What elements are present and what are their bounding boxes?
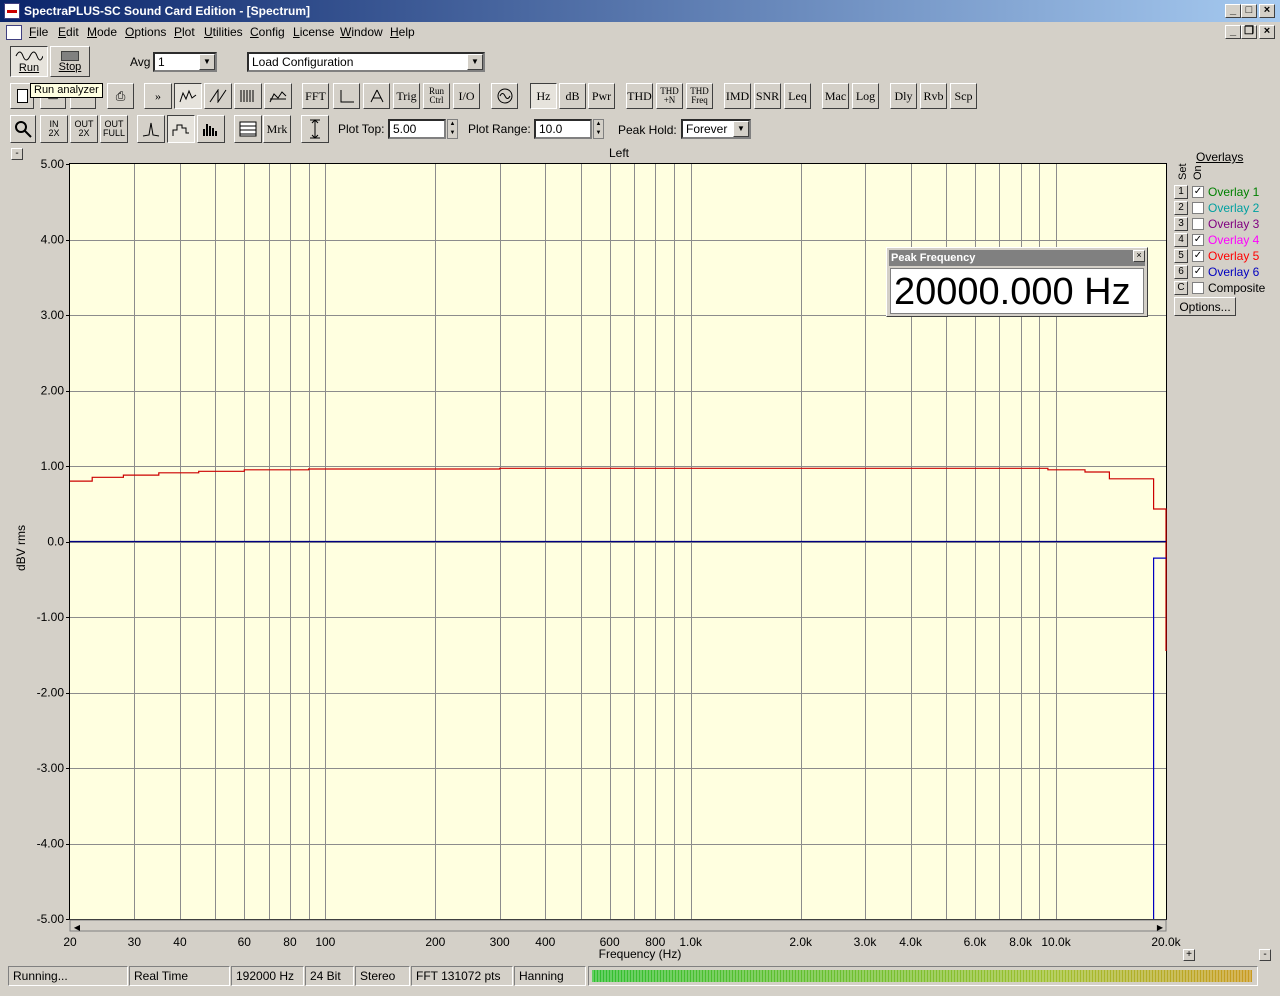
status-state: Running... xyxy=(8,966,128,986)
x-tick-label: 8.0k xyxy=(1009,935,1033,949)
x-tick-label: 100 xyxy=(315,935,335,949)
status-mode: Real Time xyxy=(129,966,230,986)
x-tick-label: 200 xyxy=(425,935,445,949)
spectrum-chart: 5.00 4.00 3.00 2.00 1.00 0.0 -1.00 -2.00 -3.00 -4… xyxy=(14,146,1182,961)
overlay-set-button[interactable]: 1 xyxy=(1174,185,1188,199)
overlay-name[interactable]: Overlay 4 xyxy=(1208,233,1259,247)
y-tick-label: -5.00 xyxy=(37,912,65,926)
x-tick-label: 30 xyxy=(128,935,142,949)
chart-title: Left xyxy=(609,146,630,160)
y-tick-label: 4.00 xyxy=(41,233,65,247)
status-channels: Stereo xyxy=(355,966,410,986)
scroll-left-icon[interactable]: ◀ xyxy=(74,923,81,932)
x-tick-label: 20 xyxy=(63,935,77,949)
x-tick-label: 3.0k xyxy=(854,935,878,949)
peak-frequency-value: 20000.000 Hz xyxy=(890,268,1144,314)
horizontal-scrollbar[interactable] xyxy=(69,919,1167,932)
overlay-checkbox[interactable] xyxy=(1192,202,1204,214)
options-label: Options... xyxy=(1179,299,1231,314)
status-bit-depth: 24 Bit xyxy=(305,966,354,986)
peak-window-title[interactable]: Peak Frequency xyxy=(889,250,1145,266)
x-tick-label: 1.0k xyxy=(679,935,703,949)
overlay-set-button[interactable]: 4 xyxy=(1174,233,1188,247)
x-tick-label: 10.0k xyxy=(1041,935,1071,949)
status-window-function: Hanning xyxy=(514,966,586,986)
level-meter xyxy=(588,966,1258,986)
overlay-checkbox[interactable]: ✓ xyxy=(1192,234,1204,246)
overlay-set-button[interactable]: 5 xyxy=(1174,249,1188,263)
on-column-label: On xyxy=(1192,165,1204,180)
x-tick-label: 40 xyxy=(173,935,187,949)
overlay-set-button[interactable]: 6 xyxy=(1174,265,1188,279)
overlay-name[interactable]: Overlay 3 xyxy=(1208,217,1259,231)
y-tick-label: 2.00 xyxy=(41,384,65,398)
scroll-right-icon[interactable]: ▶ xyxy=(1157,923,1164,932)
y-tick-label: -2.00 xyxy=(37,686,65,700)
x-tick-label: 4.0k xyxy=(899,935,923,949)
status-sample-rate: 192000 Hz xyxy=(231,966,304,986)
overlay-name[interactable]: Overlay 1 xyxy=(1208,185,1259,199)
x-tick-label: 60 xyxy=(238,935,252,949)
y-tick-label: 3.00 xyxy=(41,308,65,322)
overlay-checkbox[interactable]: ✓ xyxy=(1192,186,1204,198)
expand-icon[interactable]: + xyxy=(1183,949,1195,961)
y-tick-label: 5.00 xyxy=(41,157,65,171)
overlay-name[interactable]: Composite xyxy=(1208,281,1265,295)
y-tick-label: -1.00 xyxy=(37,610,65,624)
x-tick-label: 400 xyxy=(535,935,555,949)
overlay-checkbox[interactable] xyxy=(1192,218,1204,230)
overlays-header[interactable]: Overlays xyxy=(1196,150,1243,164)
y-axis-label: dBV rms xyxy=(14,525,28,571)
y-tick-label: -4.00 xyxy=(37,837,65,851)
overlay-name[interactable]: Overlay 2 xyxy=(1208,201,1259,215)
overlay-name[interactable]: Overlay 5 xyxy=(1208,249,1259,263)
overlay-checkbox[interactable]: ✓ xyxy=(1192,250,1204,262)
x-tick-label: 6.0k xyxy=(964,935,988,949)
y-tick-label: 0.0 xyxy=(47,535,64,549)
x-tick-label: 300 xyxy=(490,935,510,949)
x-tick-label: 20.0k xyxy=(1151,935,1181,949)
close-icon[interactable]: × xyxy=(1133,250,1145,262)
status-fft-size: FFT 131072 pts xyxy=(411,966,513,986)
x-tick-label: 80 xyxy=(283,935,297,949)
overlay-set-button[interactable]: 3 xyxy=(1174,217,1188,231)
y-tick-label: -3.00 xyxy=(37,761,65,775)
overlay-options-button[interactable]: Options... xyxy=(1174,297,1236,316)
overlay-name[interactable]: Overlay 6 xyxy=(1208,265,1259,279)
overlay-set-button[interactable]: 2 xyxy=(1174,201,1188,215)
y-tick-label: 1.00 xyxy=(41,459,65,473)
overlay-set-button[interactable]: C xyxy=(1174,281,1188,295)
collapse-right-icon[interactable]: - xyxy=(1259,949,1271,961)
level-meter-bars xyxy=(592,970,1252,982)
peak-frequency-window[interactable]: Peak Frequency × 20000.000 Hz xyxy=(886,247,1148,317)
y-tick-labels: 5.00 4.00 3.00 2.00 1.00 0.0 -1.00 -2.00 -3.00 -4… xyxy=(37,157,70,926)
x-tick-label: 2.0k xyxy=(789,935,813,949)
overlay-checkbox[interactable]: ✓ xyxy=(1192,266,1204,278)
set-column-label: Set xyxy=(1177,163,1189,180)
overlay-checkbox[interactable] xyxy=(1192,282,1204,294)
x-axis-label: Frequency (Hz) xyxy=(599,947,682,961)
